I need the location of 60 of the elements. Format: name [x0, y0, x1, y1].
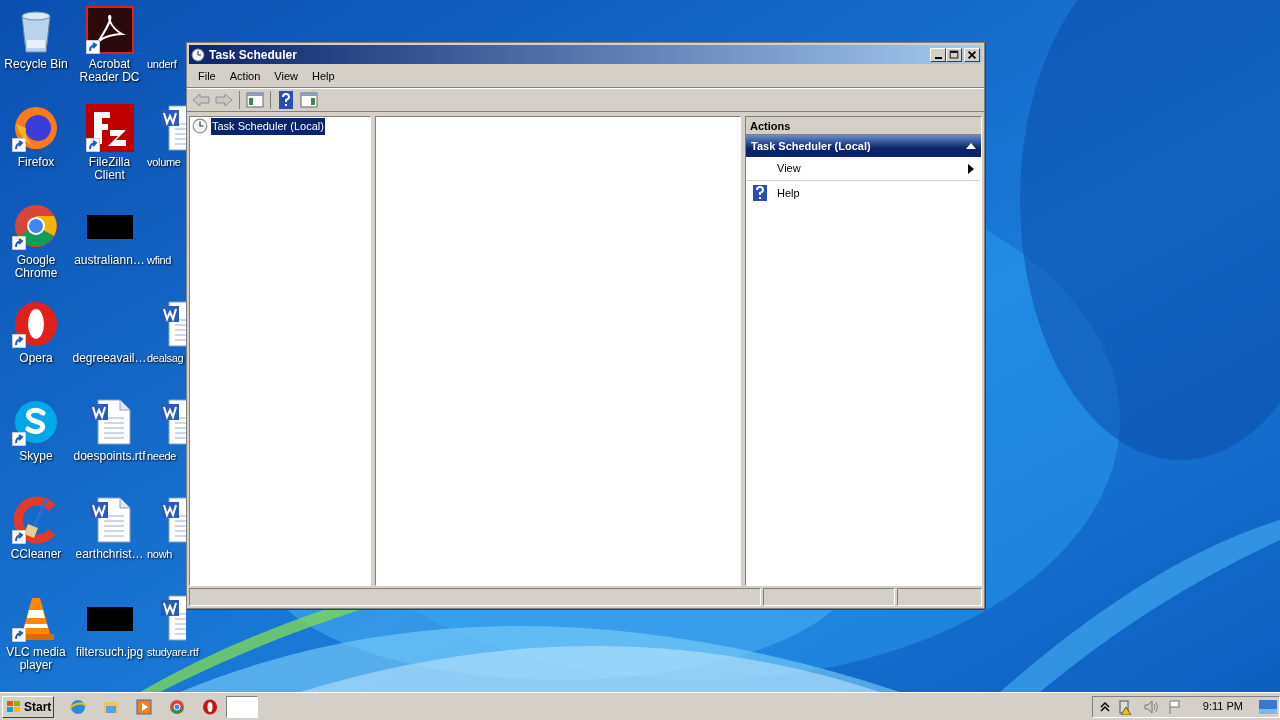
desktop-icon-label[interactable]: VLC media player: [0, 646, 74, 672]
desktop-icon-label[interactable]: Recycle Bin: [0, 58, 74, 71]
desktop-icon-label[interactable]: doespoints.rtf: [72, 450, 147, 463]
help-link[interactable]: Help: [747, 181, 980, 205]
chat-app-icon[interactable]: [12, 398, 60, 446]
desktop-icon-label[interactable]: studyare.rtf: [147, 646, 199, 659]
desktop-icon-label[interactable]: volume: [147, 156, 181, 169]
maximize-button[interactable]: [946, 47, 962, 62]
desktop-icon-label[interactable]: australiann…: [72, 254, 147, 267]
menu-item[interactable]: Action: [222, 68, 268, 85]
desktop-icon-label[interactable]: Firefox: [0, 156, 74, 169]
desktop-icon-label[interactable]: nowh: [147, 548, 173, 561]
desktop-icon-label[interactable]: FileZilla Client: [72, 156, 147, 182]
clock-icon: [191, 47, 205, 62]
document-app-icon[interactable]: [85, 6, 134, 54]
desktop-icon-label[interactable]: Google Chrome: [0, 254, 74, 280]
clock-text: 9:11 PM: [1202, 699, 1243, 715]
tree-item[interactable]: Task Scheduler (Local): [211, 118, 325, 135]
desktop-icon-label[interactable]: earthchrist…: [72, 548, 147, 561]
desktop-icon-label[interactable]: filtersuch.jpg: [72, 646, 147, 659]
browser-icon[interactable]: [12, 202, 60, 250]
menu-item[interactable]: File: [191, 68, 223, 85]
speaker-icon[interactable]: [1142, 698, 1159, 715]
desktop-icon-label[interactable]: wfind: [147, 254, 172, 267]
desktop-icon-label[interactable]: CCleaner: [0, 548, 74, 561]
start-button[interactable]: Start: [2, 695, 54, 718]
close-button[interactable]: [964, 47, 980, 62]
menu-item[interactable]: Help: [304, 68, 342, 85]
pane-toggle-icon[interactable]: [245, 90, 265, 110]
desktop-icon-label[interactable]: Skype: [0, 450, 74, 463]
actions-header: Actions: [746, 117, 981, 135]
window-title: Task Scheduler: [209, 46, 297, 64]
browser-icon[interactable]: [169, 698, 185, 715]
view-menu-link[interactable]: View: [747, 157, 980, 181]
desktop-icon-label[interactable]: Opera: [0, 352, 74, 365]
submenu-arrow-icon: [968, 163, 974, 174]
windows-logo-icon: [6, 699, 22, 714]
section-header[interactable]: Task Scheduler (Local): [746, 135, 981, 157]
flag-icon[interactable]: [1166, 698, 1183, 715]
action-pane-icon[interactable]: [299, 90, 319, 110]
taskbar-button[interactable]: [226, 695, 258, 718]
minimize-button[interactable]: [930, 47, 946, 62]
browser-icon[interactable]: [202, 698, 218, 715]
help-icon: [753, 185, 767, 201]
desktop-icon-label[interactable]: neede: [147, 450, 177, 463]
desktop-icon-label[interactable]: underf: [147, 58, 177, 71]
show-desktop-icon[interactable]: [1259, 699, 1277, 714]
menu-item[interactable]: View: [267, 68, 305, 85]
close-icon: [965, 48, 979, 61]
section-title: Task Scheduler (Local): [751, 138, 871, 154]
browser-icon[interactable]: [12, 300, 60, 348]
browser-icon[interactable]: [12, 104, 60, 152]
collapse-caret-icon: [966, 143, 976, 149]
help-icon[interactable]: [276, 90, 296, 110]
desktop-icon-label[interactable]: degreeavail…: [72, 352, 147, 365]
maximize-icon: [947, 48, 961, 61]
media-player-icon[interactable]: [136, 698, 152, 715]
desktop-icon-label[interactable]: dealsag: [147, 352, 184, 365]
desktop-icon-label[interactable]: Acrobat Reader DC: [72, 58, 147, 84]
minimize-icon: [934, 56, 942, 59]
